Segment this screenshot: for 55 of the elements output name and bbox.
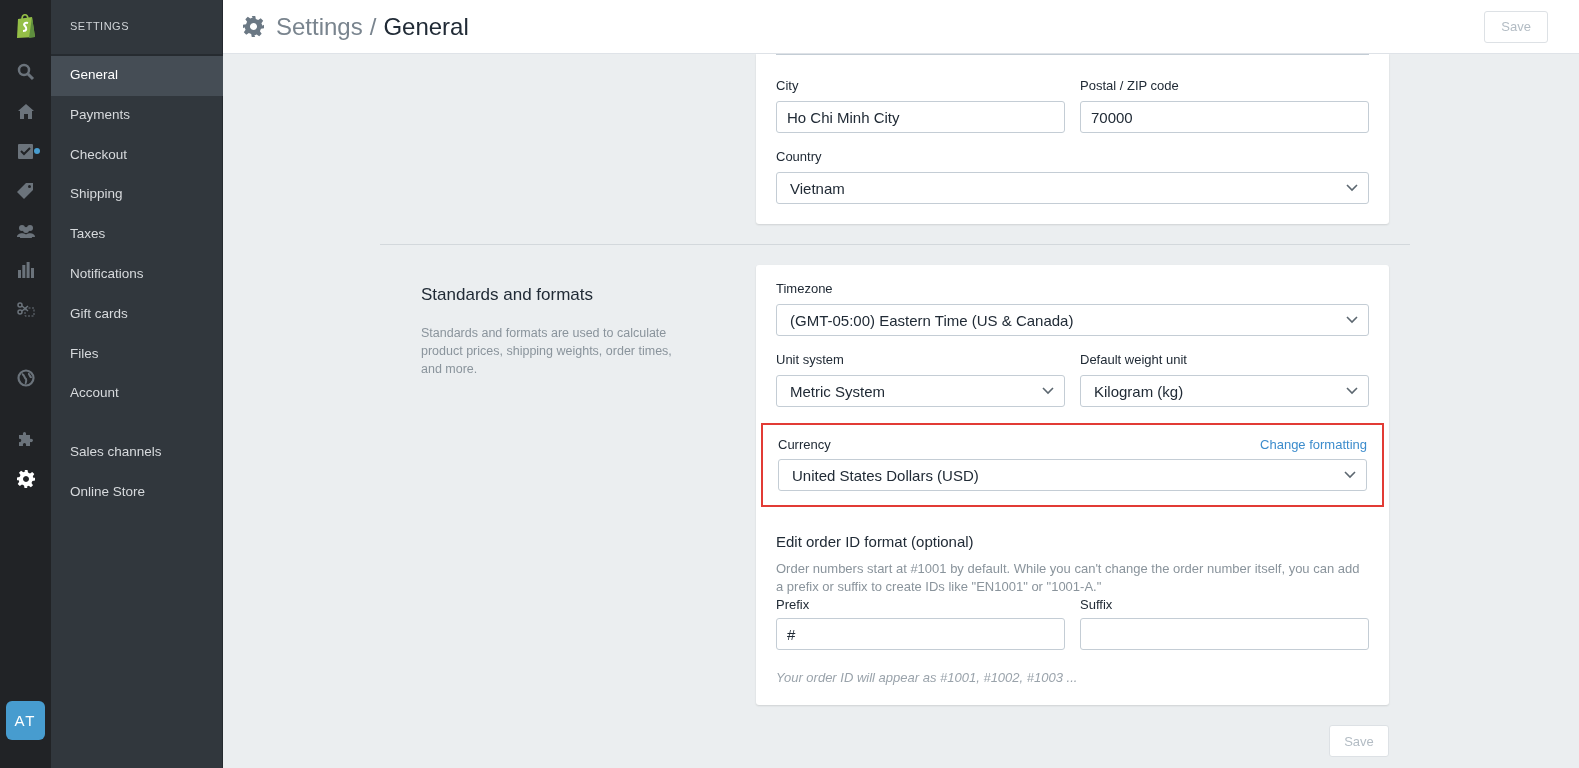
- breadcrumb-link[interactable]: Settings: [276, 12, 363, 41]
- settings-icon[interactable]: [16, 470, 35, 489]
- help-text: Order numbers start at #1001 by default. While you can't change the order number itself, you can add a prefix or suffix to create IDs like "EN1001" or "1001-A.": [776, 560, 1361, 596]
- scissors-icon[interactable]: [16, 302, 35, 318]
- sidebar-item[interactable]: Sales channels: [51, 433, 223, 473]
- sidebar-item[interactable]: Notifications: [51, 255, 223, 295]
- field-label: Timezone: [776, 281, 834, 296]
- field-label: Prefix: [776, 597, 811, 612]
- puzzle-icon[interactable]: [16, 430, 35, 449]
- order-id-preview: Your order ID will appear as #1001, #1002, #1003 ...: [776, 670, 1079, 685]
- field-label: Default weight unit: [1080, 352, 1188, 367]
- section-description: Standards and formats are used to calculate product prices, shipping weights, order times, and more.: [421, 325, 673, 378]
- people-icon[interactable]: [15, 223, 36, 238]
- field-label: City: [776, 78, 800, 93]
- input-field[interactable]: Ho Chi Minh City: [776, 101, 1065, 133]
- house-icon[interactable]: [16, 103, 35, 121]
- chevron-down-icon: [1346, 316, 1358, 324]
- sidebar-item[interactable]: General: [51, 56, 223, 96]
- settings-icon: [243, 16, 264, 37]
- field-label: Currency: [778, 437, 831, 452]
- sidebar-item[interactable]: Checkout: [51, 135, 223, 176]
- sidebar-item[interactable]: Online Store: [51, 472, 223, 513]
- checkbox-icon[interactable]: [17, 142, 34, 160]
- change-formatting-link[interactable]: Change formatting: [1260, 437, 1367, 452]
- sidebar-item[interactable]: Account: [51, 374, 223, 415]
- field-label: Country: [776, 149, 823, 164]
- sidebar-item[interactable]: Taxes: [51, 215, 223, 255]
- input-field[interactable]: #: [776, 618, 1065, 650]
- chevron-down-icon: [1346, 387, 1358, 395]
- select-field[interactable]: Metric System: [776, 375, 1065, 407]
- sidebar-item[interactable]: Shipping: [51, 175, 223, 216]
- select-field[interactable]: (GMT-05:00) Eastern Time (US & Canada): [776, 304, 1369, 336]
- sidebar-item[interactable]: Gift cards: [51, 294, 223, 335]
- subsection-title: Edit order ID format (optional): [776, 533, 975, 550]
- field-label: Unit system: [776, 352, 845, 367]
- sidebar-item[interactable]: Files: [51, 334, 223, 375]
- select-field[interactable]: United States Dollars (USD): [778, 459, 1367, 491]
- input-field[interactable]: [1080, 618, 1369, 650]
- shopping-bag-icon[interactable]: [14, 13, 37, 39]
- tag-icon[interactable]: [17, 182, 34, 200]
- chevron-down-icon: [1344, 471, 1356, 479]
- section-title: Standards and formats: [421, 285, 594, 305]
- input-field[interactable]: 70000: [1080, 101, 1369, 133]
- globe-icon[interactable]: [16, 368, 35, 387]
- field-label: Postal / ZIP code: [1080, 78, 1180, 93]
- page-title: General: [383, 12, 470, 41]
- chevron-down-icon: [1042, 387, 1054, 395]
- field-label: Suffix: [1080, 597, 1114, 612]
- select-field[interactable]: Vietnam: [776, 172, 1369, 204]
- breadcrumb-separator: /: [369, 12, 377, 41]
- chevron-down-icon: [1346, 184, 1358, 192]
- bar-chart-icon[interactable]: [17, 262, 34, 279]
- select-field[interactable]: Kilogram (kg): [1080, 375, 1369, 407]
- search-icon[interactable]: [16, 62, 35, 81]
- sidebar-item[interactable]: Payments: [51, 95, 223, 136]
